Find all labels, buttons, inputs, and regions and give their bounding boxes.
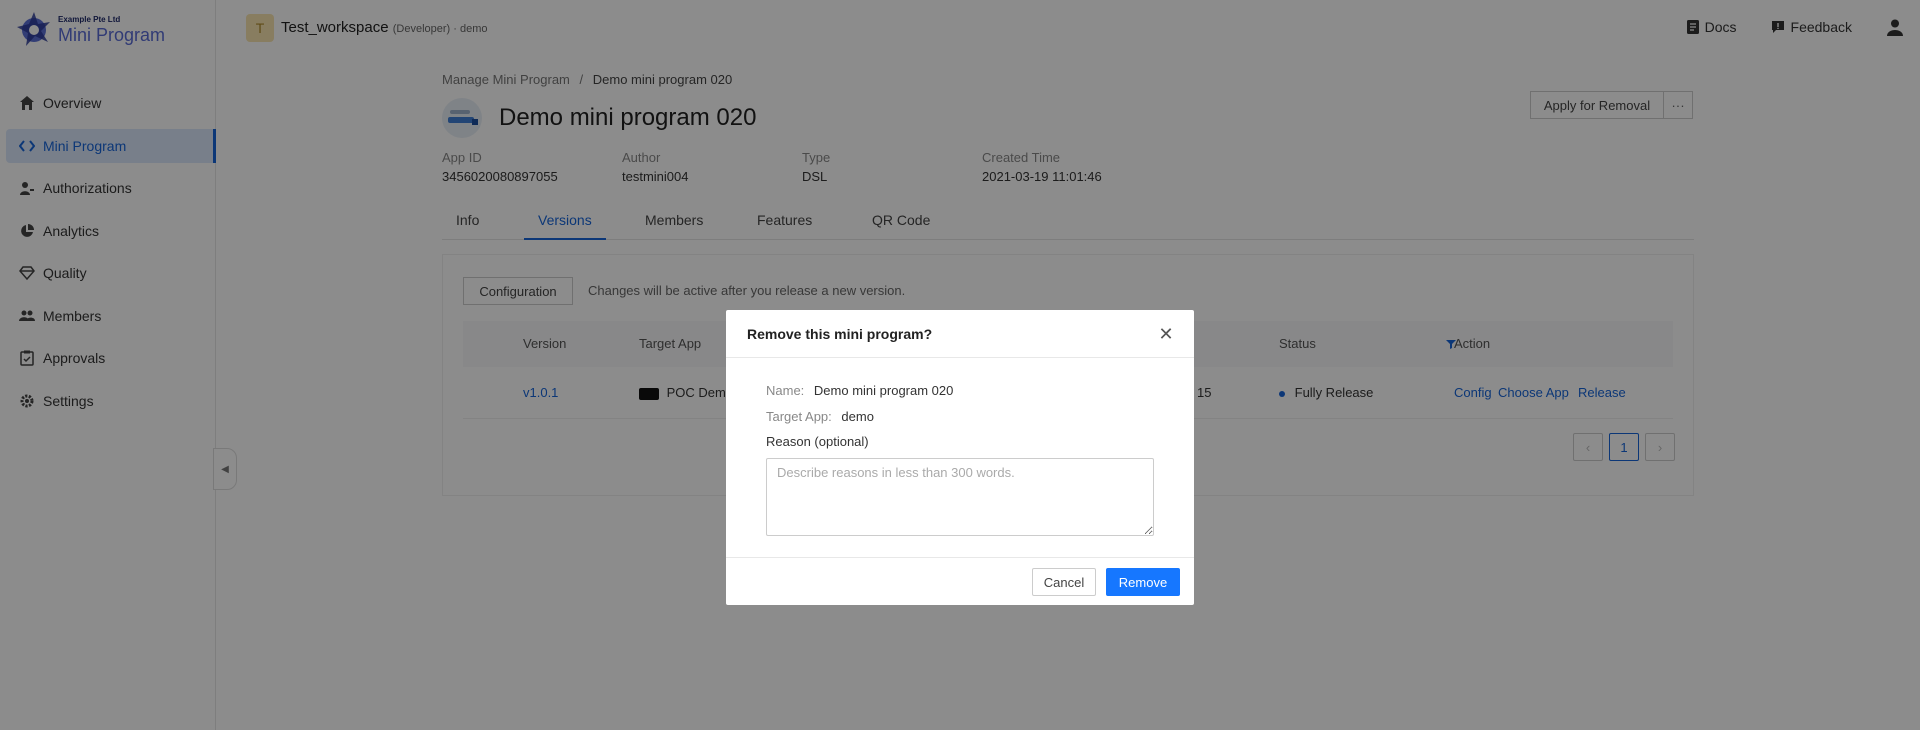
modal-title: Remove this mini program?: [747, 326, 933, 342]
name-value: Demo mini program 020: [813, 383, 954, 398]
target-app-field: Target App: demo: [766, 409, 874, 424]
name-label: Name:: [766, 383, 805, 398]
target-app-value: demo: [841, 409, 874, 424]
remove-mini-program-dialog: Remove this mini program? ✕ Name: Demo m…: [726, 310, 1194, 605]
cancel-button[interactable]: Cancel: [1032, 568, 1096, 596]
modal-footer: Cancel Remove: [726, 557, 1194, 605]
close-icon[interactable]: ✕: [1154, 322, 1178, 346]
remove-button[interactable]: Remove: [1106, 568, 1180, 596]
reason-textarea[interactable]: [766, 458, 1154, 536]
modal-header: Remove this mini program? ✕: [726, 310, 1194, 358]
target-app-label: Target App:: [766, 409, 832, 424]
reason-label: Reason (optional): [766, 434, 869, 449]
name-field: Name: Demo mini program 020: [766, 383, 953, 398]
